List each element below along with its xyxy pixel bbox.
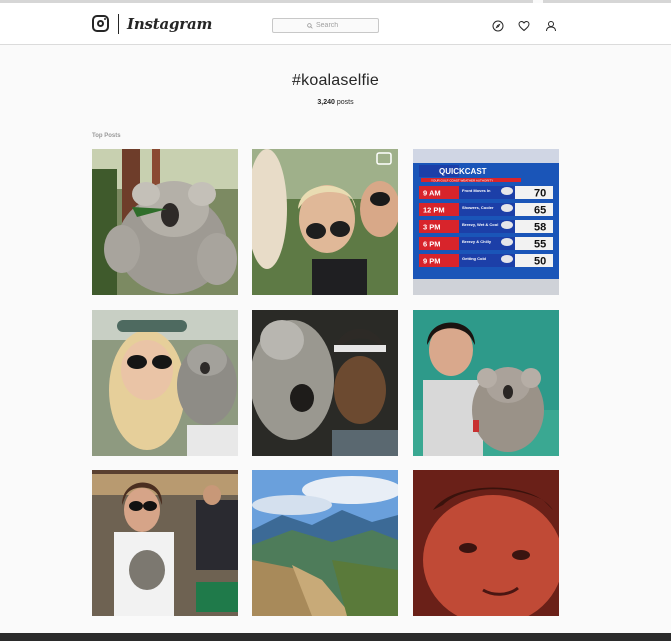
girl-koala-photo: [252, 310, 398, 456]
hashtag-title: #koalaselfie: [292, 72, 379, 89]
cloud-icon: [501, 221, 513, 229]
boy-koala-photo: [413, 310, 559, 456]
weather-row-desc: Breezy & Chilly: [462, 239, 492, 244]
weather-subtitle: YOUR GULF COAST WEATHER AUTHORITY: [431, 178, 493, 182]
post-quickcast-weather[interactable]: QUICKCAST YOUR GULF COAST WEATHER AUTHOR…: [413, 149, 559, 295]
cloud-icon: [501, 238, 513, 246]
cloud-icon: [501, 187, 513, 195]
selfie-photo: [252, 149, 398, 295]
mountain-photo: [252, 470, 398, 616]
instagram-glyph-icon[interactable]: [92, 15, 109, 32]
heart-icon[interactable]: [518, 20, 530, 32]
koala-photo: [92, 149, 238, 295]
weather-row-desc: Showers, Cooler: [462, 205, 494, 210]
search-box[interactable]: [272, 18, 379, 33]
weather-row-temp: 58: [534, 222, 546, 234]
post-koala-waving[interactable]: [92, 149, 238, 295]
weather-row-temp: 55: [534, 239, 546, 251]
logo-divider: [118, 14, 119, 34]
post-girl-with-koala[interactable]: [252, 310, 398, 456]
instagram-wordmark[interactable]: Instagram: [127, 15, 212, 33]
face-closeup-photo: [413, 470, 559, 616]
weather-row-time: 9 AM: [423, 189, 441, 198]
person-icon[interactable]: [545, 20, 557, 32]
weather-title: QUICKCAST: [439, 167, 487, 176]
top-posts-label: Top Posts: [92, 133, 121, 139]
search-icon: [307, 22, 313, 29]
post-boy-with-koala[interactable]: [413, 310, 559, 456]
weather-row-time: 3 PM: [423, 223, 441, 232]
post-count-suffix: posts: [334, 99, 354, 106]
weather-row-desc: Breezy, Wet & Cool: [462, 222, 498, 227]
post-count-number: 3,240: [317, 99, 335, 106]
compass-icon[interactable]: [492, 20, 504, 32]
post-red-face-closeup[interactable]: [413, 470, 559, 616]
woman-holding-koala-photo: [92, 470, 238, 616]
woman-koala-photo: [92, 310, 238, 456]
search-input[interactable]: [316, 22, 344, 29]
weather-row-time: 9 PM: [423, 257, 441, 266]
weather-row-desc: Getting Cold: [462, 256, 487, 261]
post-two-women-selfie[interactable]: [252, 149, 398, 295]
cloud-icon: [501, 204, 513, 212]
weather-row-time: 6 PM: [423, 240, 441, 249]
top-navbar: Instagram: [0, 3, 671, 45]
weather-row-desc: Front Moves In: [462, 188, 491, 193]
post-count: 3,240 posts: [0, 99, 671, 106]
post-woman-holding-koala[interactable]: [92, 470, 238, 616]
weather-row-time: 12 PM: [423, 206, 445, 215]
post-mountain-landscape[interactable]: [252, 470, 398, 616]
post-woman-sunglasses-koala[interactable]: [92, 310, 238, 456]
weather-row-temp: 70: [534, 188, 546, 200]
screen-bottom-edge: [0, 633, 671, 641]
weather-forecast-graphic: QUICKCAST YOUR GULF COAST WEATHER AUTHOR…: [413, 149, 559, 295]
weather-row-temp: 65: [534, 205, 546, 217]
weather-row-temp: 50: [534, 256, 546, 268]
cloud-icon: [501, 255, 513, 263]
